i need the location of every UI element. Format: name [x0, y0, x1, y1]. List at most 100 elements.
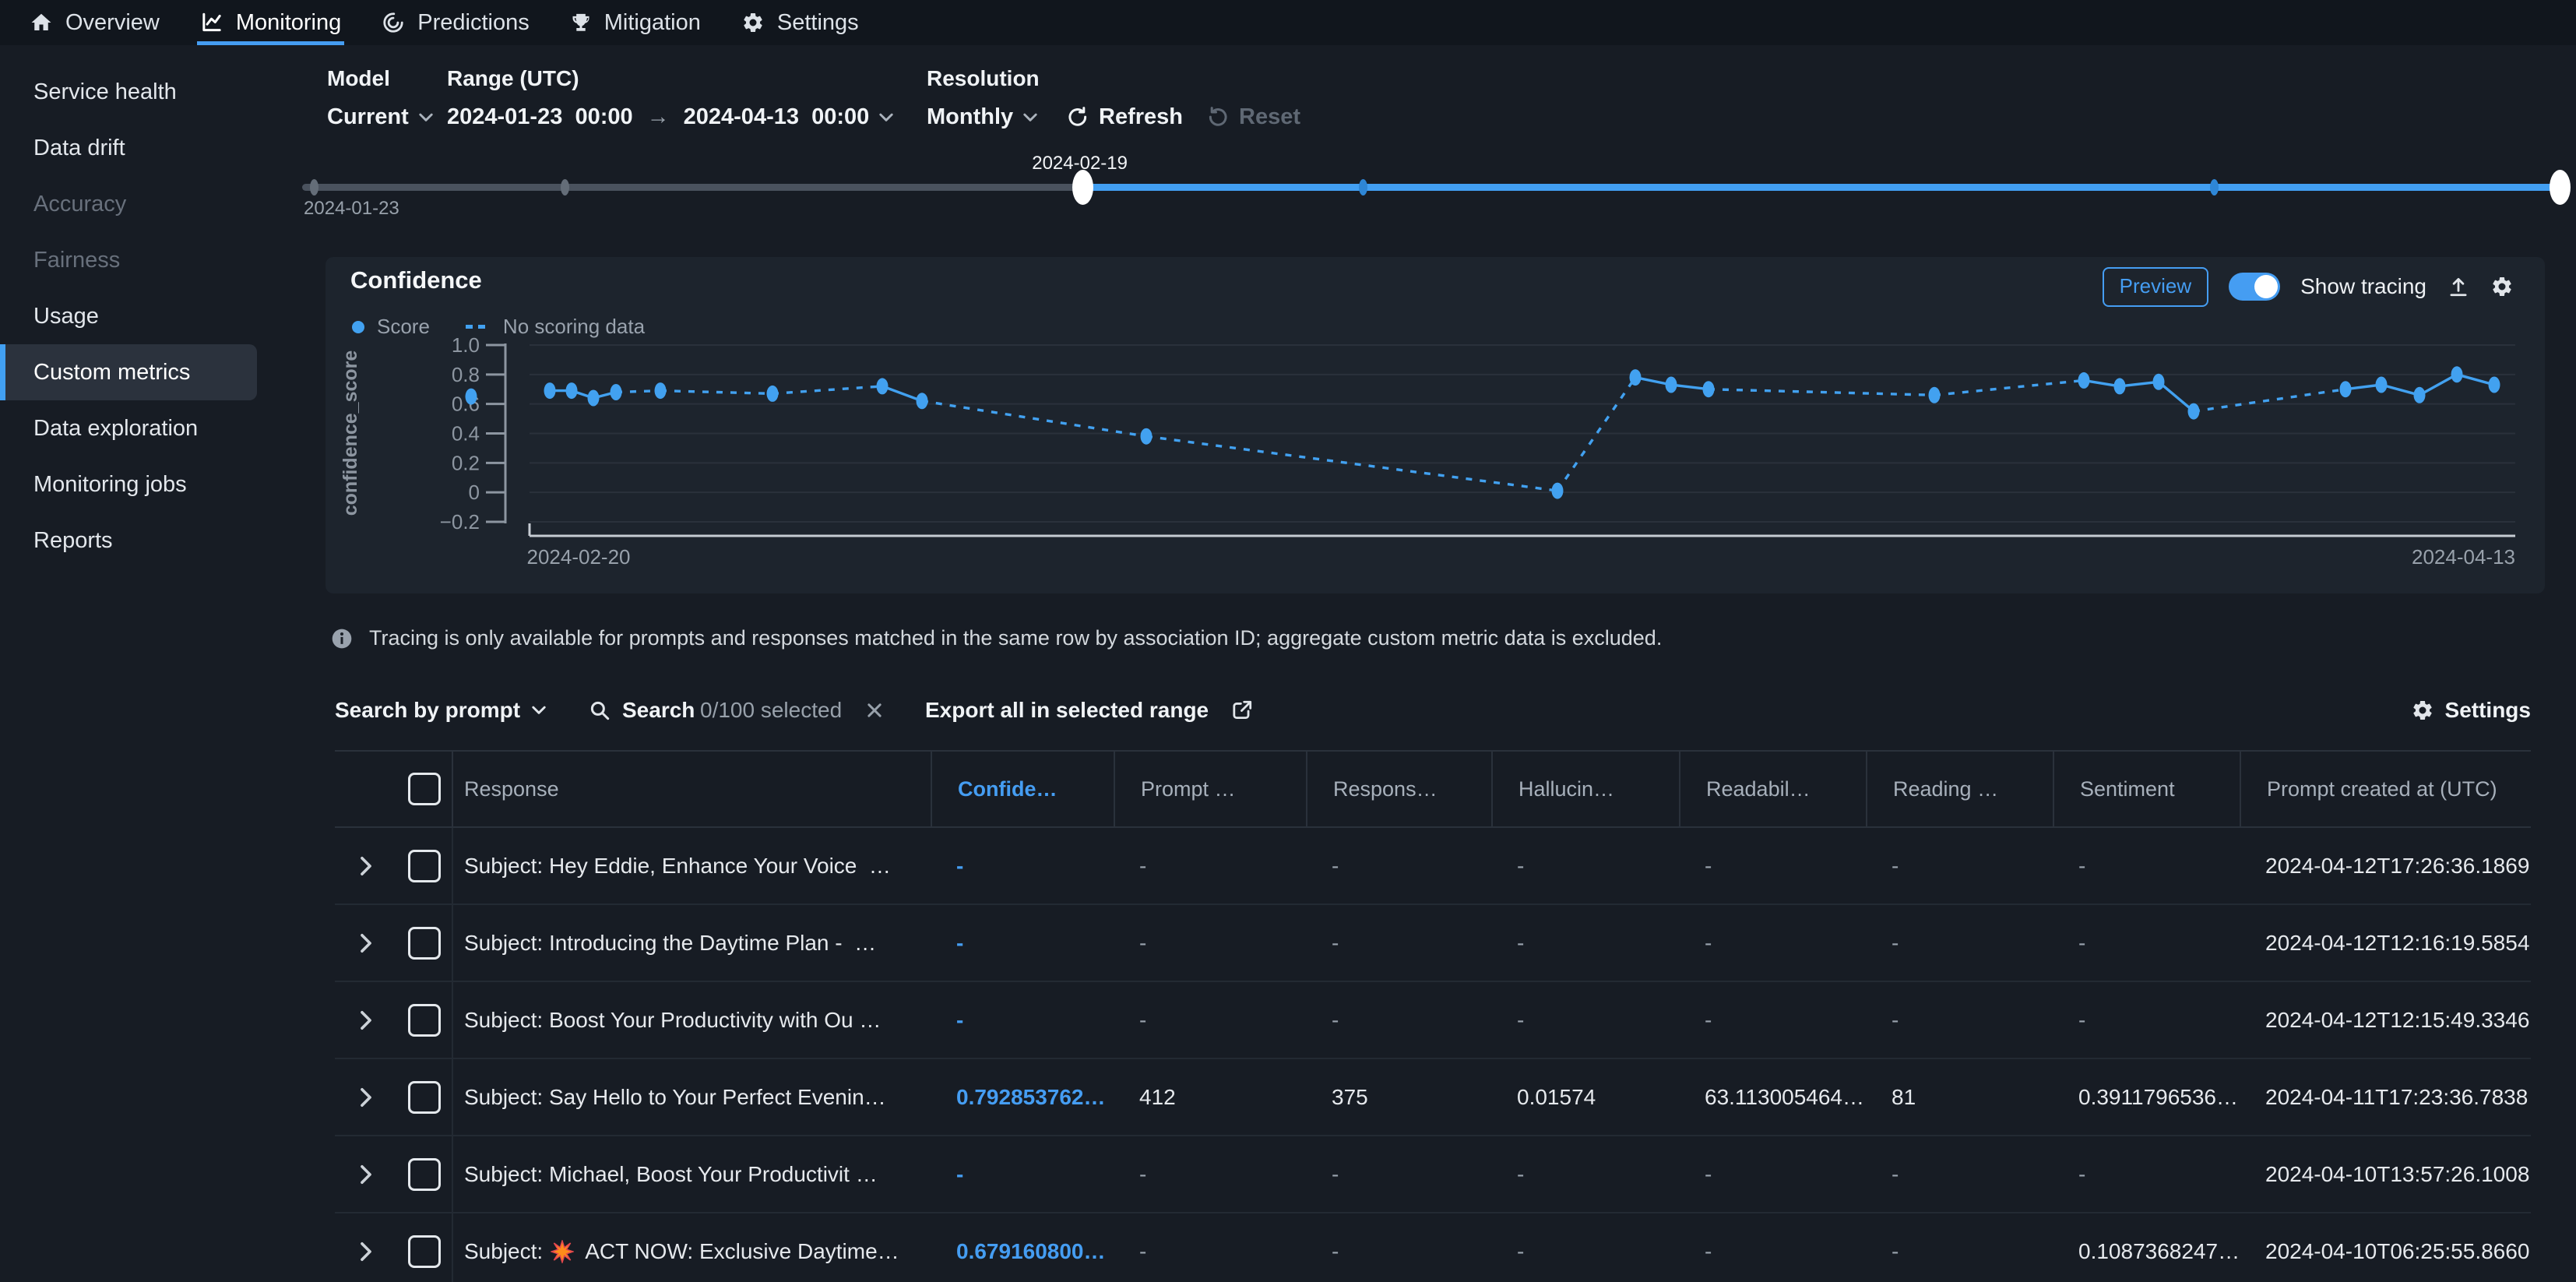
x-axis-start-label: 2024-02-20 — [527, 545, 631, 569]
refresh-button[interactable]: Refresh — [1066, 104, 1183, 130]
sidebar-item-usage[interactable]: Usage — [0, 288, 257, 344]
nav-item-predictions[interactable]: Predictions — [382, 0, 529, 45]
chevron-down-icon — [878, 112, 894, 123]
row-expand-button[interactable] — [335, 905, 397, 981]
column-header-created[interactable]: Prompt created at (UTC) — [2240, 752, 2531, 826]
cell-readability: - — [1679, 982, 1866, 1058]
export-button[interactable]: Export all in selected range — [925, 689, 1254, 732]
gear-icon[interactable] — [2490, 275, 2514, 298]
search-icon — [588, 699, 611, 722]
slider-handle2[interactable] — [2550, 170, 2571, 205]
sidebar-item-data-drift[interactable]: Data drift — [0, 120, 257, 176]
table-row: Subject: ACT NOW: Exclusive Daytime…0.67… — [335, 1213, 2531, 1282]
cell-response_tokens: - — [1306, 1213, 1491, 1282]
refresh-icon — [1066, 106, 1089, 129]
select-all-checkbox[interactable] — [408, 773, 441, 805]
cell-reading: - — [1866, 982, 2053, 1058]
score-point — [2078, 372, 2090, 389]
model-select[interactable]: Current — [327, 104, 434, 130]
confidence-line-chart: 1.00.80.60.40.20−0.2confidence_score2024… — [326, 257, 2545, 597]
nav-item-mitigation[interactable]: Mitigation — [570, 0, 701, 45]
nav-item-monitoring[interactable]: Monitoring — [200, 0, 341, 45]
toggle-knob — [2254, 275, 2278, 298]
sidebar-item-custom-metrics[interactable]: Custom metrics — [0, 344, 257, 400]
row-checkbox[interactable] — [408, 1158, 441, 1191]
score-point — [566, 382, 578, 399]
export-label: Export all in selected range — [925, 698, 1209, 723]
table-row: Subject: Michael, Boost Your Productivit… — [335, 1136, 2531, 1213]
row-expand-button[interactable] — [335, 1136, 397, 1212]
cell-confidence[interactable]: 0.792853762… — [931, 1059, 1114, 1135]
nav-item-label: Overview — [65, 10, 160, 36]
row-expand-button[interactable] — [335, 828, 397, 903]
column-header-prompt_tokens[interactable]: Prompt … — [1114, 752, 1306, 826]
slider-tick-icon — [310, 179, 318, 195]
cell-response_tokens: 375 — [1306, 1059, 1491, 1135]
table-row: Subject: Introducing the Daytime Plan - … — [335, 905, 2531, 982]
model-control: Model Current — [327, 66, 390, 91]
nav-item-overview[interactable]: Overview — [30, 0, 160, 45]
cell-confidence[interactable]: 0.679160800… — [931, 1213, 1114, 1282]
row-checkbox[interactable] — [408, 1004, 441, 1037]
cell-hallucination: - — [1491, 905, 1679, 981]
cell-confidence: - — [931, 905, 1114, 981]
row-expand-button[interactable] — [335, 982, 397, 1058]
row-expand-button[interactable] — [335, 1213, 397, 1282]
row-checkbox[interactable] — [408, 850, 441, 882]
sidebar-item-reports[interactable]: Reports — [0, 512, 257, 569]
column-header-sentiment[interactable]: Sentiment — [2053, 752, 2240, 826]
close-icon[interactable] — [865, 701, 884, 720]
show-tracing-toggle[interactable] — [2229, 273, 2280, 301]
preview-button[interactable]: Preview — [2103, 267, 2208, 307]
sidebar-item-label: Usage — [33, 304, 99, 329]
score-point — [611, 384, 622, 400]
slider-handle1[interactable] — [1072, 170, 1093, 205]
row-checkbox[interactable] — [408, 1081, 441, 1114]
sidebar-item-service-health[interactable]: Service health — [0, 64, 257, 120]
sidebar-item-monitoring-jobs[interactable]: Monitoring jobs — [0, 456, 257, 512]
cell-created: 2024-04-10T13:57:26.1008 — [2240, 1136, 2531, 1212]
table-toolbar: Search by prompt Search 0/100 selected E… — [335, 689, 2531, 732]
sidebar-item-label: Custom metrics — [33, 360, 190, 386]
reset-button[interactable]: Reset — [1206, 104, 1300, 130]
nav-item-settings[interactable]: Settings — [741, 0, 859, 45]
row-checkbox-cell — [397, 828, 452, 903]
column-header-hallucination[interactable]: Hallucin… — [1491, 752, 1679, 826]
row-checkbox[interactable] — [408, 927, 441, 960]
cell-prompt_tokens: - — [1114, 982, 1306, 1058]
y-tick-label: 0.2 — [452, 451, 480, 474]
y-tick-label: 0.6 — [452, 393, 480, 416]
no-scoring-legend-dash-icon — [466, 325, 491, 329]
reset-icon — [1206, 106, 1230, 129]
column-header-confidence[interactable]: Confide… — [931, 752, 1114, 826]
monitoring-page: Overview Monitoring Predictions Mitigation S… — [0, 0, 2576, 1282]
sidebar-item-label: Data exploration — [33, 416, 198, 442]
column-header-reading[interactable]: Reading … — [1866, 752, 2053, 826]
sidebar: Service healthData driftAccuracyFairness… — [0, 45, 326, 1282]
upload-icon[interactable] — [2447, 275, 2470, 298]
row-expand-button[interactable] — [335, 1059, 397, 1135]
chevron-down-icon — [1022, 112, 1038, 123]
range-control: Range (UTC) 2024-01-23 00:00 → 2024-04-1… — [447, 66, 579, 91]
cell-response: Subject: Say Hello to Your Perfect Eveni… — [452, 1059, 931, 1135]
score-point — [1141, 428, 1153, 445]
resolution-label: Resolution — [927, 66, 1040, 91]
refresh-label: Refresh — [1099, 104, 1183, 130]
column-header-readability[interactable]: Readabil… — [1679, 752, 1866, 826]
cell-hallucination: 0.01574 — [1491, 1059, 1679, 1135]
column-header-response[interactable]: Response — [452, 752, 931, 826]
cell-response: Subject: Introducing the Daytime Plan - … — [452, 905, 931, 981]
search-by-prompt-dropdown[interactable]: Search by prompt — [335, 689, 547, 732]
search-button[interactable]: Search — [588, 689, 695, 732]
row-checkbox[interactable] — [408, 1235, 441, 1268]
cell-prompt_tokens: 412 — [1114, 1059, 1306, 1135]
range-select[interactable]: 2024-01-23 00:00 → 2024-04-13 00:00 — [447, 104, 894, 130]
table-settings-button[interactable]: Settings — [2411, 689, 2531, 732]
column-header-response_tokens[interactable]: Respons… — [1306, 752, 1491, 826]
cell-confidence: - — [931, 828, 1114, 903]
resolution-select[interactable]: Monthly — [927, 104, 1038, 130]
cell-hallucination: - — [1491, 1213, 1679, 1282]
sidebar-item-data-exploration[interactable]: Data exploration — [0, 400, 257, 456]
sidebar-item-label: Service health — [33, 79, 177, 105]
slider-track[interactable] — [302, 184, 2564, 191]
